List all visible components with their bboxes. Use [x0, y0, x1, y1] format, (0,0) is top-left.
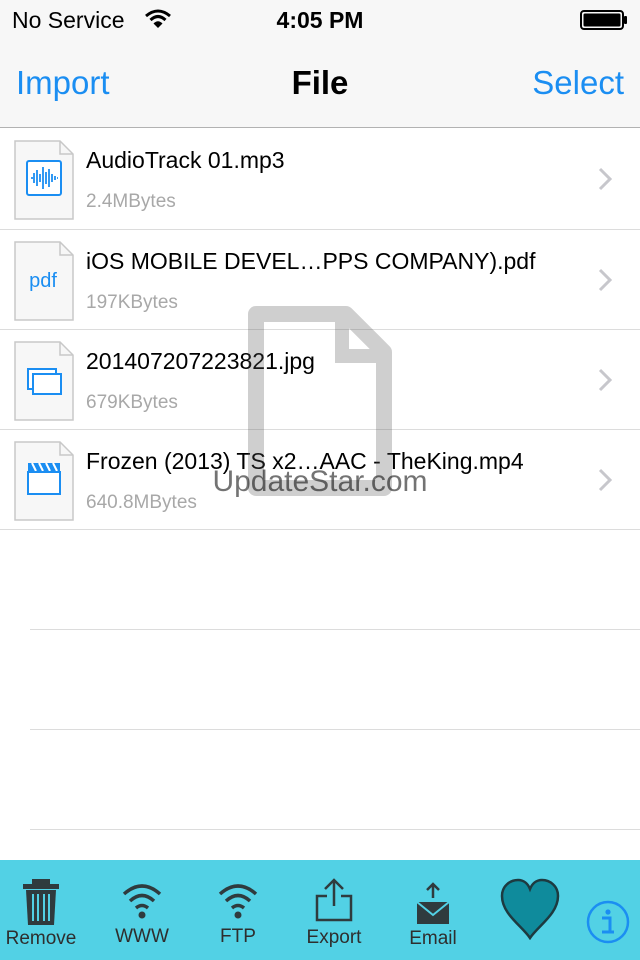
pdf-icon-label: pdf [29, 270, 57, 292]
empty-row-separator [30, 829, 640, 830]
status-bar: No Service 4:05 PM [0, 0, 640, 40]
file-size: 2.4MBytes [86, 191, 176, 212]
export-button[interactable]: Export [294, 860, 374, 960]
ftp-label: FTP [220, 926, 256, 947]
favorite-button[interactable] [492, 860, 568, 960]
audio-file-icon [14, 140, 74, 220]
file-name: iOS MOBILE DEVEL…PPS COMPANY).pdf [86, 248, 536, 274]
share-icon [315, 878, 353, 922]
empty-row-separator [30, 629, 640, 630]
wifi-www-icon [122, 884, 162, 919]
chevron-right-icon [598, 368, 612, 392]
file-size: 679KBytes [86, 392, 178, 413]
chevron-right-icon [598, 167, 612, 191]
info-button[interactable] [584, 860, 632, 960]
export-label: Export [306, 927, 362, 948]
email-icon [416, 882, 450, 924]
navigation-bar: Import File Select [0, 40, 640, 128]
trash-icon [23, 879, 59, 925]
file-name: AudioTrack 01.mp3 [86, 147, 285, 173]
clock: 4:05 PM [276, 7, 364, 33]
heart-icon [500, 878, 560, 940]
remove-button[interactable]: Remove [2, 860, 80, 960]
wifi-ftp-icon [218, 884, 258, 919]
file-row[interactable]: AudioTrack 01.mp3 2.4MBytes [0, 129, 640, 230]
remove-label: Remove [5, 928, 77, 949]
battery-icon [580, 10, 627, 30]
email-label: Email [409, 928, 457, 949]
bottom-toolbar: Remove WWW FTP Export Email [0, 860, 640, 960]
watermark-text: UpdateStar.com [212, 465, 428, 498]
email-button[interactable]: Email [396, 860, 470, 960]
select-button[interactable]: Select [532, 64, 624, 102]
ftp-button[interactable]: FTP [200, 860, 276, 960]
empty-row-separator [30, 729, 640, 730]
www-label: WWW [115, 926, 169, 947]
file-size: 197KBytes [86, 292, 178, 313]
pdf-file-icon: pdf [14, 241, 74, 321]
chevron-right-icon [598, 268, 612, 292]
image-file-icon [14, 341, 74, 421]
info-icon [586, 900, 630, 944]
www-button[interactable]: WWW [104, 860, 180, 960]
